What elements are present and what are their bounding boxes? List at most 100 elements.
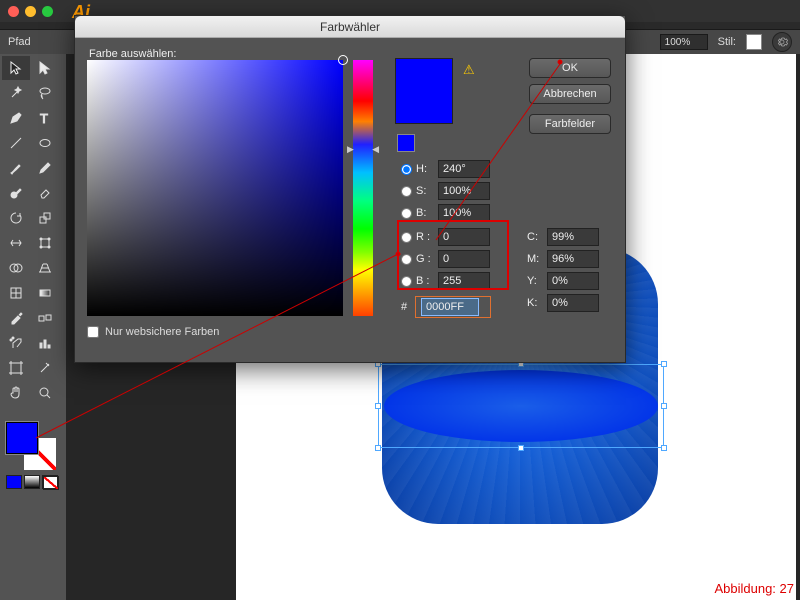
rotate-tool[interactable]: [2, 206, 30, 230]
shape-builder-tool[interactable]: [2, 256, 30, 280]
style-swatch[interactable]: [746, 34, 762, 50]
hue-slider-thumb[interactable]: ▶◀: [347, 144, 379, 152]
figure-caption: Abbildung: 27: [714, 581, 794, 596]
type-tool[interactable]: T: [31, 106, 59, 130]
cancel-button[interactable]: Abbrechen: [529, 84, 611, 104]
cyan-row: C:: [527, 228, 599, 246]
handle-br[interactable]: [661, 445, 667, 451]
style-label: Stil:: [718, 36, 736, 48]
handle-bc[interactable]: [518, 445, 524, 451]
svg-text:T: T: [40, 111, 48, 126]
red-row: R :: [401, 228, 490, 246]
pen-tool[interactable]: [2, 106, 30, 130]
line-tool[interactable]: [2, 131, 30, 155]
hue-radio[interactable]: [401, 164, 412, 175]
minimize-window-icon[interactable]: [25, 6, 36, 17]
magic-wand-tool[interactable]: [2, 81, 30, 105]
hex-input[interactable]: [421, 298, 479, 316]
blue-row: B :: [401, 272, 490, 290]
handle-bl[interactable]: [375, 445, 381, 451]
eraser-tool[interactable]: [31, 181, 59, 205]
bri-input[interactable]: [438, 204, 490, 222]
blob-brush-tool[interactable]: [2, 181, 30, 205]
perspective-grid-tool[interactable]: [31, 256, 59, 280]
hue-input[interactable]: [438, 160, 490, 178]
pencil-tool[interactable]: [31, 156, 59, 180]
lasso-tool[interactable]: [31, 81, 59, 105]
selected-ellipse[interactable]: [378, 364, 664, 448]
bri-row: B:: [401, 204, 490, 222]
yellow-input[interactable]: [547, 272, 599, 290]
prefs-button[interactable]: [772, 32, 792, 52]
bri-label: B:: [416, 207, 434, 219]
green-label: G :: [416, 253, 434, 265]
cyan-label: C:: [527, 231, 543, 243]
color-mode-color[interactable]: [6, 475, 22, 489]
artboard-tool[interactable]: [2, 356, 30, 380]
cyan-input[interactable]: [547, 228, 599, 246]
ok-button[interactable]: OK: [529, 58, 611, 78]
scale-tool[interactable]: [31, 206, 59, 230]
sat-radio[interactable]: [401, 186, 412, 197]
ellipse-tool[interactable]: [31, 131, 59, 155]
websafe-checkbox[interactable]: [87, 326, 99, 338]
handle-tr[interactable]: [661, 361, 667, 367]
bri-radio[interactable]: [401, 208, 412, 219]
blue-radio[interactable]: [401, 276, 412, 287]
sat-row: S:: [401, 182, 490, 200]
dialog-titlebar[interactable]: Farbwähler: [75, 16, 625, 38]
sat-input[interactable]: [438, 182, 490, 200]
blend-tool[interactable]: [31, 306, 59, 330]
zoom-input[interactable]: [660, 34, 708, 50]
fill-swatch[interactable]: [6, 422, 38, 454]
selection-tool[interactable]: [2, 56, 30, 80]
green-input[interactable]: [438, 250, 490, 268]
black-label: K:: [527, 297, 543, 309]
hand-tool[interactable]: [2, 381, 30, 405]
width-tool[interactable]: [2, 231, 30, 255]
green-radio[interactable]: [401, 254, 412, 265]
free-transform-tool[interactable]: [31, 231, 59, 255]
magenta-input[interactable]: [547, 250, 599, 268]
zoom-tool[interactable]: [31, 381, 59, 405]
color-picker-dialog: Farbwähler Farbe auswählen: ▶◀ ⚠ OK Abbr…: [74, 15, 626, 363]
black-input[interactable]: [547, 294, 599, 312]
swatches-button[interactable]: Farbfelder: [529, 114, 611, 134]
direct-selection-tool[interactable]: [31, 56, 59, 80]
bounding-box: [378, 364, 664, 448]
color-mode-none[interactable]: [42, 475, 58, 489]
close-window-icon[interactable]: [8, 6, 19, 17]
websafe-label: Nur websichere Farben: [105, 326, 219, 338]
symbol-sprayer-tool[interactable]: [2, 331, 30, 355]
red-radio[interactable]: [401, 232, 412, 243]
color-preview: [395, 58, 453, 124]
handle-ml[interactable]: [375, 403, 381, 409]
sat-label: S:: [416, 185, 434, 197]
yellow-label: Y:: [527, 275, 543, 287]
yellow-row: Y:: [527, 272, 599, 290]
eyedropper-tool[interactable]: [2, 306, 30, 330]
magenta-row: M:: [527, 250, 599, 268]
handle-mr[interactable]: [661, 403, 667, 409]
green-row: G :: [401, 250, 490, 268]
color-mode-swatches: [6, 475, 58, 489]
paintbrush-tool[interactable]: [2, 156, 30, 180]
mesh-tool[interactable]: [2, 281, 30, 305]
color-mode-gradient[interactable]: [24, 475, 40, 489]
blue-label: B :: [416, 275, 434, 287]
sv-cursor-icon: [338, 55, 348, 65]
tool-panel: T: [0, 54, 66, 600]
saturation-value-field[interactable]: [87, 60, 343, 316]
red-input[interactable]: [438, 228, 490, 246]
fill-stroke-swatches: [6, 422, 60, 470]
black-row: K:: [527, 294, 599, 312]
slice-tool[interactable]: [31, 356, 59, 380]
previous-color-swatch[interactable]: [397, 134, 415, 152]
hue-slider[interactable]: [353, 60, 373, 316]
out-of-gamut-warning-icon[interactable]: ⚠: [463, 62, 475, 78]
blue-input[interactable]: [438, 272, 490, 290]
gradient-tool[interactable]: [31, 281, 59, 305]
column-graph-tool[interactable]: [31, 331, 59, 355]
websafe-row: Nur websichere Farben: [87, 326, 219, 338]
zoom-window-icon[interactable]: [42, 6, 53, 17]
